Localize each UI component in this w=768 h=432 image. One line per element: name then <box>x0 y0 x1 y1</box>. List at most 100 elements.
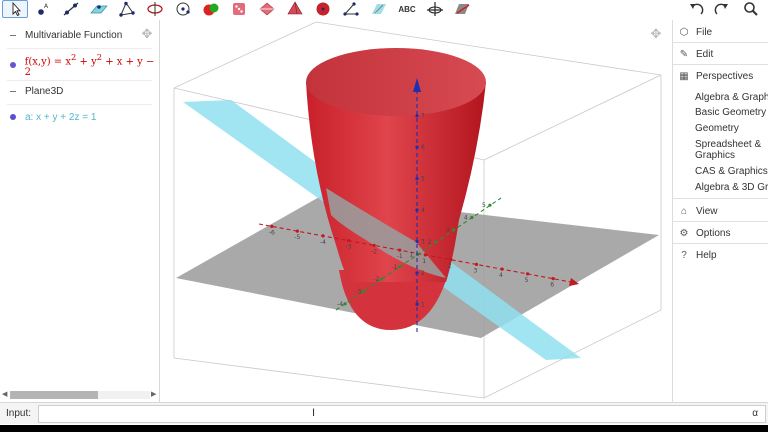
menu-view[interactable]: ⌂ View <box>673 200 768 222</box>
axis-tick-mark <box>500 267 504 271</box>
axis-tick-mark <box>295 229 299 233</box>
view-direction-icon <box>455 4 470 14</box>
visibility-dot-icon[interactable] <box>10 114 16 120</box>
move-tool-button[interactable] <box>2 0 28 18</box>
polygon-tool-button[interactable] <box>114 0 140 18</box>
geogebra-app: A ABC Multivariable Function ✥ f(x,y) = … <box>0 0 768 432</box>
perspective-cas-graphics[interactable]: CAS & Graphics <box>695 166 768 177</box>
home-icon: ⌂ <box>680 205 688 217</box>
circle-tool-button[interactable] <box>170 0 196 18</box>
scroll-left-icon[interactable]: ◀ <box>2 390 7 398</box>
view-direction-tool-button[interactable] <box>450 0 476 18</box>
perspective-spreadsheet-graphics[interactable]: Spreadsheet & Graphics <box>695 139 765 161</box>
text-tool-button[interactable]: ABC <box>394 0 420 18</box>
perspective-algebra-3d-graphics[interactable]: Algebra & 3D Graphics <box>695 182 768 193</box>
menu-help[interactable]: ? Help <box>673 244 768 266</box>
axis-tick-mark <box>415 239 419 244</box>
axis-tick-label: 4 <box>499 272 503 279</box>
axis-tick-mark <box>346 239 351 243</box>
line-icon <box>63 2 79 16</box>
sphere-tool-button[interactable] <box>310 0 336 18</box>
axis-tick-label: -2 <box>373 276 379 283</box>
pencil-icon: ✎ <box>679 48 689 60</box>
toolbar: A ABC <box>0 0 768 18</box>
axis-tick-mark <box>423 253 427 257</box>
axis-tick-label: -1 <box>391 264 397 271</box>
svg-text:A: A <box>44 3 49 10</box>
graphics-3d-view[interactable]: -6 -5 -4 -3 -2 -1 1 2 3 4 5 6 -4 -3 -2 -1 1 2 3 4 5 1234567… <box>161 20 672 402</box>
menu-file-label: File <box>696 26 713 38</box>
circle-axis-tool-button[interactable] <box>142 0 168 18</box>
axis-tick-mark <box>452 228 456 232</box>
menu-view-label: View <box>696 205 718 217</box>
help-icon: ? <box>681 249 687 261</box>
redo-icon <box>714 3 728 15</box>
visibility-dot-icon[interactable] <box>9 62 16 68</box>
reflect-tool-button[interactable] <box>366 0 392 18</box>
menu-perspectives[interactable]: ▦ Perspectives <box>673 65 768 87</box>
axis-tick-mark <box>488 203 492 207</box>
axis-tick-label: -1 <box>397 253 403 260</box>
abc-text-label: ABC <box>398 4 416 14</box>
object-group-header[interactable]: Multivariable Function <box>0 22 160 48</box>
axis-tick-label: -2 <box>371 248 377 255</box>
scroll-right-icon[interactable]: ▶ <box>151 390 156 398</box>
undo-button[interactable] <box>684 0 710 18</box>
perspective-algebra-graphics[interactable]: Algebra & Graphics <box>695 92 768 103</box>
dice-tool-button[interactable] <box>226 0 252 18</box>
object-group-header[interactable]: Plane3D <box>0 78 160 104</box>
main-menu: ⬡ File ✎ Edit ▦ Perspectives Algebra & G… <box>672 20 768 402</box>
menu-edit[interactable]: ✎ Edit <box>673 43 768 65</box>
axis-tick-label: 3 <box>421 238 425 245</box>
move-handle-icon[interactable]: ✥ <box>648 26 664 42</box>
redo-button[interactable] <box>708 0 734 18</box>
perspective-basic-geometry[interactable]: Basic Geometry <box>695 107 768 118</box>
intersect-tool-button[interactable] <box>198 0 224 18</box>
point-tool-button[interactable]: A <box>30 0 56 18</box>
3d-scene[interactable]: -6-5-4-3-2-1123456 -4-3-2-112345 1234567 <box>161 20 672 402</box>
axis-tick-mark <box>415 114 419 118</box>
search-icon <box>744 2 758 16</box>
input-field[interactable] <box>38 405 766 423</box>
axis-tick-mark <box>449 258 453 262</box>
algebra-item-a[interactable]: a: x + y + 2z = 1 <box>0 104 160 130</box>
undo-icon <box>690 3 704 15</box>
axis-tick-mark <box>415 176 419 181</box>
axis-tick-mark <box>526 272 530 276</box>
net-tool-button[interactable] <box>254 0 280 18</box>
input-label: Input: <box>6 408 32 419</box>
axis-tick-mark <box>270 224 274 228</box>
plane-definition: a: x + y + 2z = 1 <box>25 111 97 123</box>
axis-tick-mark <box>398 248 402 252</box>
perspective-geometry[interactable]: Geometry <box>695 123 768 134</box>
horizontal-scrollbar[interactable]: ◀ ▶ <box>0 388 160 402</box>
search-button[interactable] <box>738 0 764 18</box>
bottom-strip <box>0 425 768 432</box>
intersect-surfaces-icon <box>203 3 219 16</box>
rotate-view-tool-button[interactable] <box>422 0 448 18</box>
pyramid-tool-button[interactable] <box>282 0 308 18</box>
menu-file[interactable]: ⬡ File <box>673 21 768 43</box>
axis-tick-mark <box>361 289 365 294</box>
scroll-thumb[interactable] <box>10 391 98 399</box>
axis-tick-mark <box>415 271 419 275</box>
circle-icon <box>176 2 190 16</box>
axis-tick-label: 5 <box>482 202 486 209</box>
axis-tick-label: -5 <box>294 234 300 241</box>
algebra-view: Multivariable Function ✥ f(x,y) = x2 + y… <box>0 20 160 402</box>
axis-tick-label: 6 <box>550 282 554 289</box>
axis-tick-mark <box>379 277 383 281</box>
axis-tick-label: 3 <box>473 267 477 274</box>
menu-help-label: Help <box>696 249 717 261</box>
plane-tool-button[interactable] <box>86 0 112 18</box>
axis-tick-label: 3 <box>446 227 450 234</box>
menu-options[interactable]: ⚙ Options <box>673 222 768 244</box>
alpha-symbols-button[interactable]: α <box>752 408 758 419</box>
axis-tick-label: -4 <box>337 301 343 308</box>
move-handle-icon[interactable]: ✥ <box>139 26 155 42</box>
angle-tool-button[interactable] <box>338 0 364 18</box>
line-tool-button[interactable] <box>58 0 84 18</box>
rotate-view-icon <box>427 2 443 16</box>
dice-icon <box>233 3 245 15</box>
algebra-item-f[interactable]: f(x,y) = x2 + y2 + x + y − 2 <box>0 52 160 78</box>
